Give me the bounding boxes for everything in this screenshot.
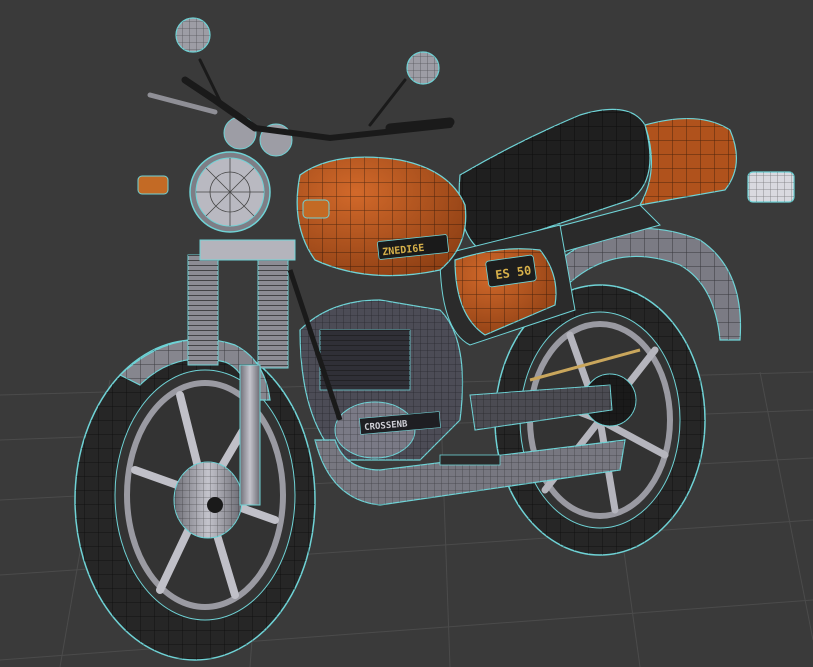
front-wheel[interactable]	[74, 339, 316, 661]
mirror-left	[175, 17, 211, 53]
3d-viewport[interactable]: ES 50 ZNEDI6E CROSSENB	[0, 0, 813, 667]
turn-signal-right	[302, 199, 330, 219]
headlight	[189, 151, 271, 233]
footpeg	[439, 454, 501, 466]
viewport-canvas: ES 50 ZNEDI6E CROSSENB	[0, 17, 813, 667]
turn-signal-left	[137, 175, 169, 195]
gauge-cluster	[223, 116, 293, 157]
handlebars	[147, 58, 455, 142]
mirror-right	[406, 51, 440, 85]
